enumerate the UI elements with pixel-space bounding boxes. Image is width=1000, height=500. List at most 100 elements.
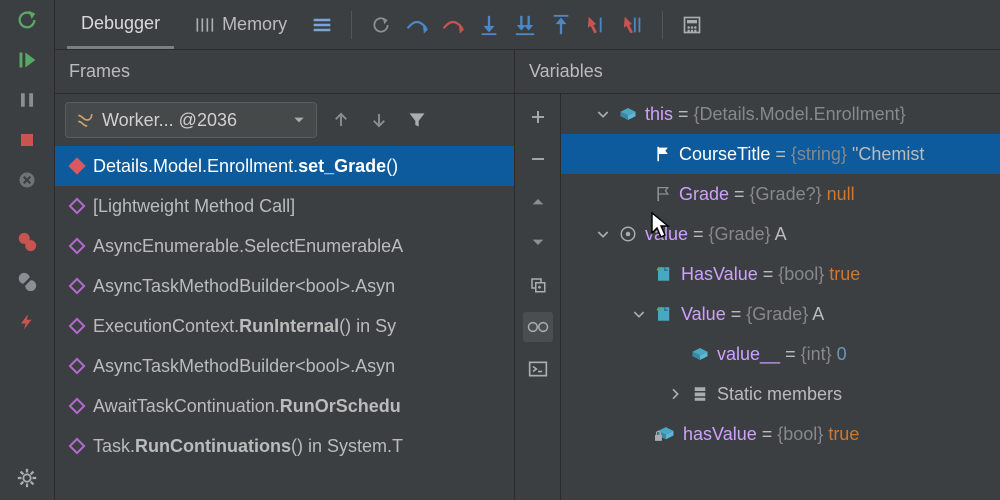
variable-row[interactable]: hasValue = {bool} true [561, 414, 1000, 454]
close-icon[interactable] [15, 168, 39, 192]
frame-up-icon[interactable] [327, 106, 355, 134]
settings-icon[interactable] [15, 466, 39, 490]
frame-row[interactable]: AsyncEnumerable.SelectEnumerableA [55, 226, 514, 266]
frame-row[interactable]: [Lightweight Method Call] [55, 186, 514, 226]
variables-tree[interactable]: this = {Details.Model.Enrollment} CourseT… [561, 94, 1000, 500]
tab-memory-label: Memory [222, 14, 287, 35]
run-to-cursor-icon[interactable] [582, 10, 612, 40]
force-step-into-icon[interactable] [510, 10, 540, 40]
expand-down-icon[interactable] [523, 228, 553, 258]
copy-icon[interactable] [523, 270, 553, 300]
chevron-spacer [631, 144, 647, 165]
add-watch-icon[interactable] [523, 102, 553, 132]
variable-text: value = {Grade} A [645, 224, 787, 245]
chevron-down-icon[interactable] [595, 106, 611, 122]
step-out-icon[interactable] [546, 10, 576, 40]
frame-label: AsyncEnumerable.SelectEnumerableA [93, 236, 403, 257]
frame-row[interactable]: AsyncTaskMethodBuilder<bool>.Asyn [55, 266, 514, 306]
step-over-icon[interactable] [402, 10, 432, 40]
frame-row[interactable]: ExecutionContext.RunInternal() in Sy [55, 306, 514, 346]
stop-icon[interactable] [15, 128, 39, 152]
frames-title: Frames [55, 50, 514, 94]
variable-row[interactable]: Grade = {Grade?} null [561, 174, 1000, 214]
sheet-icon [655, 265, 673, 283]
box-blue-icon [619, 106, 637, 122]
variables-side-toolbar [515, 94, 561, 500]
variable-text: this = {Details.Model.Enrollment} [645, 104, 906, 125]
variable-row[interactable]: Static members [561, 374, 1000, 414]
tab-debugger-label: Debugger [81, 13, 160, 34]
filter-icon[interactable] [403, 106, 431, 134]
tab-debugger[interactable]: Debugger [67, 0, 174, 49]
frame-marker-icon [69, 238, 86, 255]
memory-icon [194, 16, 214, 34]
calculator-icon[interactable] [677, 10, 707, 40]
chevron-spacer [631, 264, 647, 285]
rerun-icon[interactable] [15, 8, 39, 32]
frame-row[interactable]: Details.Model.Enrollment.set_Grade() [55, 146, 514, 186]
variable-row[interactable]: CourseTitle = {string} "Chemist [561, 134, 1000, 174]
chevron-down-icon[interactable] [631, 306, 647, 322]
variable-text: HasValue = {bool} true [681, 264, 860, 285]
box-blue-icon [691, 346, 709, 362]
flag-icon [655, 145, 671, 163]
mute-breakpoints-icon[interactable] [15, 270, 39, 294]
box-lock-icon [655, 425, 675, 443]
frame-marker-icon [69, 278, 86, 295]
chevron-spacer [631, 424, 647, 445]
thread-icon [76, 111, 94, 129]
frame-label: Task.RunContinuations() in System.T [93, 436, 403, 457]
variable-row[interactable]: this = {Details.Model.Enrollment} [561, 94, 1000, 134]
divider [662, 11, 663, 39]
frame-row[interactable]: AwaitTaskContinuation.RunOrSchedu [55, 386, 514, 426]
chevron-down-icon [292, 113, 306, 127]
frame-label: AsyncTaskMethodBuilder<bool>.Asyn [93, 276, 395, 297]
menu-icon[interactable] [307, 10, 337, 40]
collapse-up-icon[interactable] [523, 186, 553, 216]
frame-row[interactable]: AsyncTaskMethodBuilder<bool>.Asyn [55, 346, 514, 386]
frame-marker-icon [69, 398, 86, 415]
chevron-spacer [667, 344, 683, 365]
frame-label: [Lightweight Method Call] [93, 196, 295, 217]
step-over-force-icon[interactable] [438, 10, 468, 40]
step-into-icon[interactable] [474, 10, 504, 40]
frame-label: AwaitTaskContinuation.RunOrSchedu [93, 396, 401, 417]
variable-row[interactable]: HasValue = {bool} true [561, 254, 1000, 294]
frame-marker-icon [69, 358, 86, 375]
bolt-icon[interactable] [15, 310, 39, 334]
pause-icon[interactable] [15, 88, 39, 112]
show-execution-point-icon[interactable] [366, 10, 396, 40]
chevron-spacer [631, 184, 647, 205]
variable-text: Static members [717, 384, 842, 405]
chevron-down-icon[interactable] [595, 226, 611, 242]
frame-down-icon[interactable] [365, 106, 393, 134]
frame-row[interactable]: Task.RunContinuations() in System.T [55, 426, 514, 466]
variable-row[interactable]: value = {Grade} A [561, 214, 1000, 254]
thread-label: Worker... @2036 [102, 110, 237, 131]
remove-watch-icon[interactable] [523, 144, 553, 174]
sheet-icon [655, 305, 673, 323]
console-icon[interactable] [523, 354, 553, 384]
frame-label: Details.Model.Enrollment.set_Grade() [93, 156, 398, 177]
circle-icon [619, 225, 637, 243]
watches-icon[interactable] [523, 312, 553, 342]
thread-selector[interactable]: Worker... @2036 [65, 102, 317, 138]
frames-panel: Frames Worker... @2036 [55, 50, 515, 500]
variable-text: hasValue = {bool} true [683, 424, 859, 445]
variable-row[interactable]: value__ = {int} 0 [561, 334, 1000, 374]
tab-memory[interactable]: Memory [180, 0, 301, 49]
breakpoints-icon[interactable] [15, 230, 39, 254]
chevron-right-icon[interactable] [667, 386, 683, 402]
frames-list[interactable]: Details.Model.Enrollment.set_Grade() [Lig… [55, 146, 514, 500]
frame-marker-icon [69, 158, 86, 175]
resume-icon[interactable] [15, 48, 39, 72]
frame-marker-icon [69, 318, 86, 335]
variable-text: Value = {Grade} A [681, 304, 824, 325]
run-to-cursor-force-icon[interactable] [618, 10, 648, 40]
variable-text: Grade = {Grade?} null [679, 184, 855, 205]
frame-marker-icon [69, 198, 86, 215]
flag-dim-icon [655, 185, 671, 203]
debug-tabs: Debugger Memory [55, 0, 1000, 50]
debug-toolbar-left [0, 0, 55, 500]
variable-row[interactable]: Value = {Grade} A [561, 294, 1000, 334]
